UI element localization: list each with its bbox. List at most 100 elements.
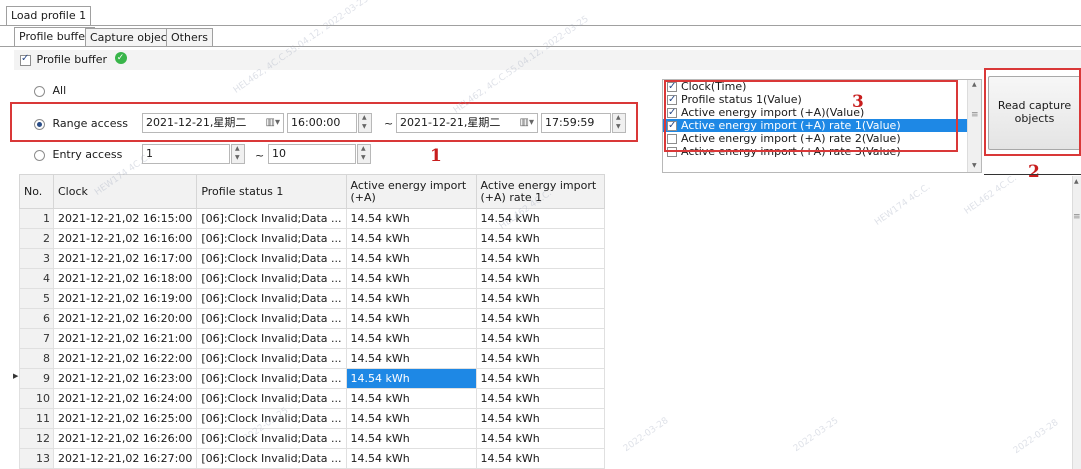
profile-buffer-table[interactable]: No. Clock Profile status 1 Active energy… [13,174,605,469]
scroll-up-icon[interactable]: ▲ [972,81,977,88]
table-row[interactable]: 2 2021-12-21,02 16:16:00 [06]:Clock Invali… [19,228,605,249]
profile-status-cell[interactable]: [06]:Clock Invalid;Data ... [196,448,347,469]
header-active-energy-rate-1[interactable]: Active energy import (+A) rate 1 [475,174,605,209]
active-energy-cell[interactable]: 14.54 kWh [345,408,477,429]
table-row[interactable]: 3 2021-12-21,02 16:17:00 [06]:Clock Invali… [19,248,605,269]
active-energy-cell[interactable]: 14.54 kWh [345,288,477,309]
table-row[interactable]: 1 2021-12-21,02 16:15:00 [06]:Clock Invali… [19,208,605,229]
clock-cell[interactable]: 2021-12-21,02 16:27:00 [52,448,198,469]
profile-status-cell[interactable]: [06]:Clock Invalid;Data ... [196,308,347,329]
profile-status-cell[interactable]: [06]:Clock Invalid;Data ... [196,208,347,229]
entry-access-radio[interactable] [34,149,45,161]
active-energy-rate-1-cell[interactable]: 14.54 kWh [475,248,605,269]
clock-cell[interactable]: 2021-12-21,02 16:24:00 [52,388,198,409]
profile-buffer-checkbox[interactable] [20,53,31,66]
clock-cell[interactable]: 2021-12-21,02 16:18:00 [52,268,198,289]
scroll-grip-icon[interactable]: ≡ [971,110,979,120]
table-row[interactable]: 7 2021-12-21,02 16:21:00 [06]:Clock Invali… [19,328,605,349]
row-number[interactable]: 13 [19,448,54,469]
entry-end-field[interactable]: 10 [268,144,356,164]
clock-cell[interactable]: 2021-12-21,02 16:16:00 [52,228,198,249]
all-option[interactable]: All [34,84,66,97]
clock-cell[interactable]: 2021-12-21,02 16:26:00 [52,428,198,449]
tab-others[interactable]: Others [166,28,213,46]
active-energy-cell[interactable]: 14.54 kWh [345,208,477,229]
active-energy-rate-1-cell[interactable]: 14.54 kWh [475,408,605,429]
active-energy-rate-1-cell[interactable]: 14.54 kWh [475,228,605,249]
row-number[interactable]: 6 [19,308,54,329]
active-energy-cell[interactable]: 14.54 kWh [345,228,477,249]
active-energy-cell[interactable]: 14.54 kWh [345,368,477,389]
row-number[interactable]: 4 [19,268,54,289]
entry-access-option[interactable]: Entry access [34,148,122,161]
row-number[interactable]: 11 [19,408,54,429]
profile-status-cell[interactable]: [06]:Clock Invalid;Data ... [196,228,347,249]
entry-start-field[interactable]: 1 [142,144,230,164]
table-row[interactable]: 8 2021-12-21,02 16:22:00 [06]:Clock Invali… [19,348,605,369]
active-energy-rate-1-cell[interactable]: 14.54 kWh [475,288,605,309]
entry-start-spinner[interactable] [231,144,245,164]
profile-status-cell[interactable]: [06]:Clock Invalid;Data ... [196,288,347,309]
capture-list-scrollbar[interactable]: ▲ ≡ ▼ [967,80,981,172]
clock-cell[interactable]: 2021-12-21,02 16:25:00 [52,408,198,429]
profile-status-cell[interactable]: [06]:Clock Invalid;Data ... [196,428,347,449]
table-row[interactable]: 12 2021-12-21,02 16:26:00 [06]:Clock Inval… [19,428,605,449]
profile-status-cell[interactable]: [06]:Clock Invalid;Data ... [196,348,347,369]
row-number[interactable]: 2 [19,228,54,249]
row-number[interactable]: 3 [19,248,54,269]
row-number[interactable]: 10 [19,388,54,409]
table-row[interactable]: 5 2021-12-21,02 16:19:00 [06]:Clock Invali… [19,288,605,309]
profile-status-cell[interactable]: [06]:Clock Invalid;Data ... [196,268,347,289]
row-number[interactable]: ▶ 9 [13,368,54,389]
active-energy-rate-1-cell[interactable]: 14.54 kWh [475,308,605,329]
clock-cell[interactable]: 2021-12-21,02 16:17:00 [52,248,198,269]
header-clock[interactable]: Clock [52,174,198,209]
tab-load-profile-1[interactable]: Load profile 1 [6,6,92,25]
clock-cell[interactable]: 2021-12-21,02 16:20:00 [52,308,198,329]
active-energy-rate-1-cell[interactable]: 14.54 kWh [475,448,605,469]
active-energy-cell[interactable]: 14.54 kWh [345,348,477,369]
row-number[interactable]: 12 [19,428,54,449]
entry-end-spinner[interactable] [357,144,371,164]
scroll-grip-icon[interactable]: ≡ [1073,212,1081,222]
row-number[interactable]: 1 [19,208,54,229]
header-no[interactable]: No. [19,174,54,209]
scroll-down-icon[interactable]: ▼ [972,162,977,169]
tab-capture-object[interactable]: Capture object [85,28,177,46]
clock-cell[interactable]: 2021-12-21,02 16:15:00 [52,208,198,229]
clock-cell[interactable]: 2021-12-21,02 16:19:00 [52,288,198,309]
active-energy-rate-1-cell[interactable]: 14.54 kWh [475,268,605,289]
all-radio[interactable] [34,85,45,97]
header-profile-status[interactable]: Profile status 1 [196,174,347,209]
table-row[interactable]: 4 2021-12-21,02 16:18:00 [06]:Clock Invali… [19,268,605,289]
clock-cell[interactable]: 2021-12-21,02 16:22:00 [52,348,198,369]
profile-status-cell[interactable]: [06]:Clock Invalid;Data ... [196,388,347,409]
active-energy-cell[interactable]: 14.54 kWh [345,448,477,469]
active-energy-cell[interactable]: 14.54 kWh [345,388,477,409]
clock-cell[interactable]: 2021-12-21,02 16:21:00 [52,328,198,349]
clock-cell[interactable]: 2021-12-21,02 16:23:00 [52,368,198,389]
row-number[interactable]: 5 [19,288,54,309]
row-number[interactable]: 7 [19,328,54,349]
page-scrollbar[interactable]: ▲ ≡ [1072,176,1081,469]
profile-status-cell[interactable]: [06]:Clock Invalid;Data ... [196,408,347,429]
profile-status-cell[interactable]: [06]:Clock Invalid;Data ... [196,368,347,389]
active-energy-cell[interactable]: 14.54 kWh [345,308,477,329]
table-row[interactable]: 6 2021-12-21,02 16:20:00 [06]:Clock Invali… [19,308,605,329]
header-active-energy[interactable]: Active energy import (+A) [345,174,477,209]
profile-status-cell[interactable]: [06]:Clock Invalid;Data ... [196,328,347,349]
active-energy-cell[interactable]: 14.54 kWh [345,328,477,349]
table-row[interactable]: 13 2021-12-21,02 16:27:00 [06]:Clock Inval… [19,448,605,469]
row-number[interactable]: 8 [19,348,54,369]
profile-status-cell[interactable]: [06]:Clock Invalid;Data ... [196,248,347,269]
tab-profile-buffer[interactable]: Profile buffer [14,27,95,46]
table-row[interactable]: 11 2021-12-21,02 16:25:00 [06]:Clock Inval… [19,408,605,429]
table-row[interactable]: ▶ 9 2021-12-21,02 16:23:00 [06]:Clock Inval… [13,368,605,389]
active-energy-rate-1-cell[interactable]: 14.54 kWh [475,328,605,349]
active-energy-rate-1-cell[interactable]: 14.54 kWh [475,388,605,409]
active-energy-rate-1-cell[interactable]: 14.54 kWh [475,428,605,449]
active-energy-rate-1-cell[interactable]: 14.54 kWh [475,348,605,369]
active-energy-cell[interactable]: 14.54 kWh [345,428,477,449]
active-energy-cell[interactable]: 14.54 kWh [345,248,477,269]
active-energy-rate-1-cell[interactable]: 14.54 kWh [475,208,605,229]
